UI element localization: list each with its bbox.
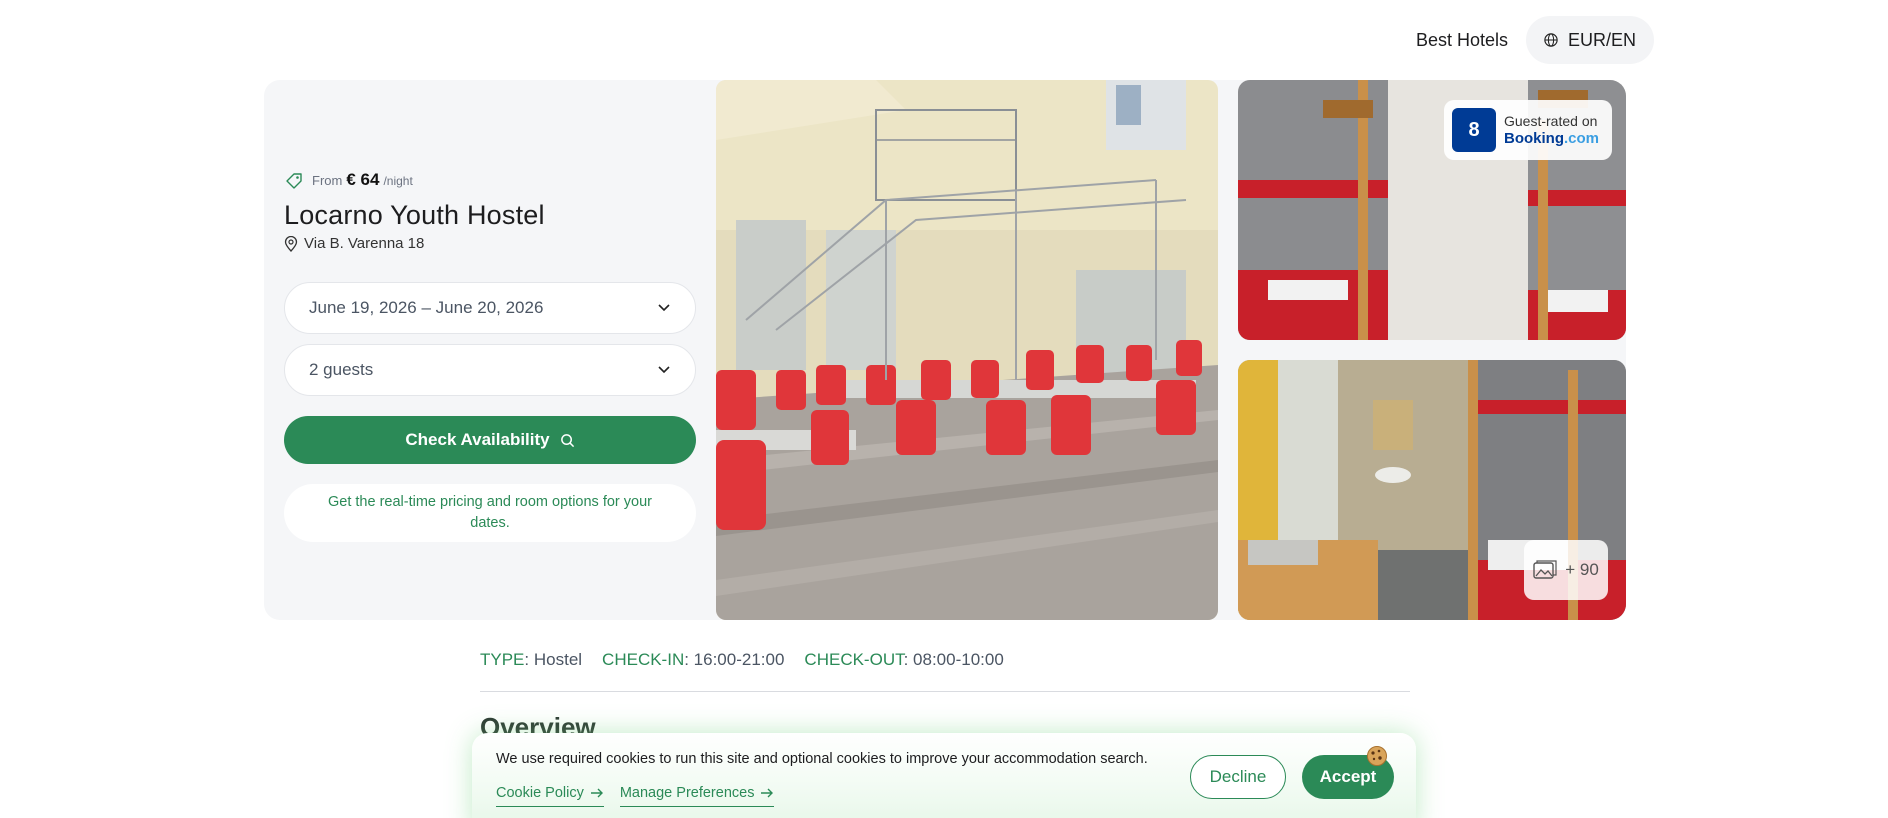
more-photos-button[interactable]: + 90 bbox=[1524, 540, 1608, 600]
guests-select[interactable]: 2 guests bbox=[284, 344, 696, 396]
cookie-links: Cookie Policy Manage Preferences bbox=[496, 785, 775, 807]
booking-logo-suffix: .com bbox=[1564, 130, 1600, 147]
cookie-policy-label: Cookie Policy bbox=[496, 785, 584, 801]
more-photos-count: + 90 bbox=[1565, 560, 1599, 579]
fact-check-in-value: 16:00-21:00 bbox=[693, 650, 785, 669]
chevron-down-icon bbox=[658, 304, 670, 312]
globe-icon bbox=[1544, 33, 1558, 47]
guests-value: 2 guests bbox=[309, 360, 374, 379]
price-unit: /night bbox=[383, 174, 413, 188]
rating-label: Guest-rated on bbox=[1504, 113, 1598, 129]
manage-preferences-link[interactable]: Manage Preferences bbox=[619, 785, 775, 807]
manage-preferences-label: Manage Preferences bbox=[619, 785, 755, 801]
chevron-down-icon bbox=[658, 366, 670, 374]
cookie-policy-link[interactable]: Cookie Policy bbox=[496, 785, 604, 807]
price-from-label: From bbox=[312, 173, 343, 188]
fact-check-out-key: CHECK-OUT bbox=[804, 650, 904, 669]
fact-check-in: CHECK-IN: 16:00-21:00 bbox=[602, 650, 785, 669]
hero-panel: From € 64 /night Locarno Youth Hostel Vi… bbox=[264, 80, 1626, 620]
hostel-name: Locarno Youth Hostel bbox=[284, 200, 545, 230]
arrow-right-icon bbox=[590, 788, 603, 798]
fact-type-key: TYPE bbox=[480, 650, 525, 669]
price-line: From € 64 /night bbox=[284, 170, 696, 192]
gallery-icon bbox=[1533, 560, 1557, 579]
main-photo-terrace[interactable] bbox=[716, 80, 1218, 620]
search-icon bbox=[560, 433, 574, 447]
fact-type: TYPE: Hostel bbox=[480, 650, 583, 669]
fact-check-out-value: 08:00-10:00 bbox=[913, 650, 1004, 669]
check-availability-button[interactable]: Check Availability bbox=[284, 416, 696, 464]
cookie-message: We use required cookies to run this site… bbox=[496, 751, 1148, 767]
cookie-banner: We use required cookies to run this site… bbox=[472, 733, 1416, 818]
address-text: Via B. Varenna 18 bbox=[304, 235, 425, 252]
best-hotels-link[interactable]: Best Hotels bbox=[1416, 30, 1508, 51]
booking-logo-main: Booking bbox=[1504, 130, 1564, 147]
terrace-image bbox=[716, 80, 1218, 620]
property-facts: TYPE: Hostel CHECK-IN: 16:00-21:00 CHECK… bbox=[480, 650, 1410, 670]
price-value: € 64 bbox=[346, 170, 380, 189]
top-nav: Best Hotels EUR/EN bbox=[1416, 16, 1654, 64]
rating-score: 8 bbox=[1452, 108, 1496, 152]
map-pin-icon bbox=[284, 235, 298, 252]
currency-language-selector[interactable]: EUR/EN bbox=[1525, 16, 1654, 64]
cookie-icon bbox=[1367, 746, 1387, 766]
date-range-select[interactable]: June 19, 2026 – June 20, 2026 bbox=[284, 282, 696, 334]
arrow-right-icon bbox=[761, 788, 774, 798]
check-availability-label: Check Availability bbox=[405, 430, 550, 449]
fact-check-out: CHECK-OUT: 08:00-10:00 bbox=[804, 650, 1004, 669]
rating-label-block: Guest-rated on Booking.com bbox=[1504, 113, 1599, 147]
booking-rating-badge[interactable]: 8 Guest-rated on Booking.com bbox=[1444, 100, 1612, 160]
section-divider bbox=[480, 691, 1410, 692]
address: Via B. Varenna 18 bbox=[284, 235, 696, 252]
date-range-value: June 19, 2026 – June 20, 2026 bbox=[309, 298, 544, 317]
currency-language-label: EUR/EN bbox=[1567, 29, 1636, 50]
hostel-info: From € 64 /night Locarno Youth Hostel Vi… bbox=[284, 170, 696, 542]
fact-check-in-key: CHECK-IN bbox=[602, 650, 685, 669]
booking-logo: Booking.com bbox=[1504, 130, 1599, 147]
decline-button[interactable]: Decline bbox=[1190, 755, 1286, 799]
fact-type-value: Hostel bbox=[533, 650, 583, 669]
price-tag-icon bbox=[286, 173, 302, 189]
pricing-note: Get the real-time pricing and room optio… bbox=[284, 484, 696, 542]
